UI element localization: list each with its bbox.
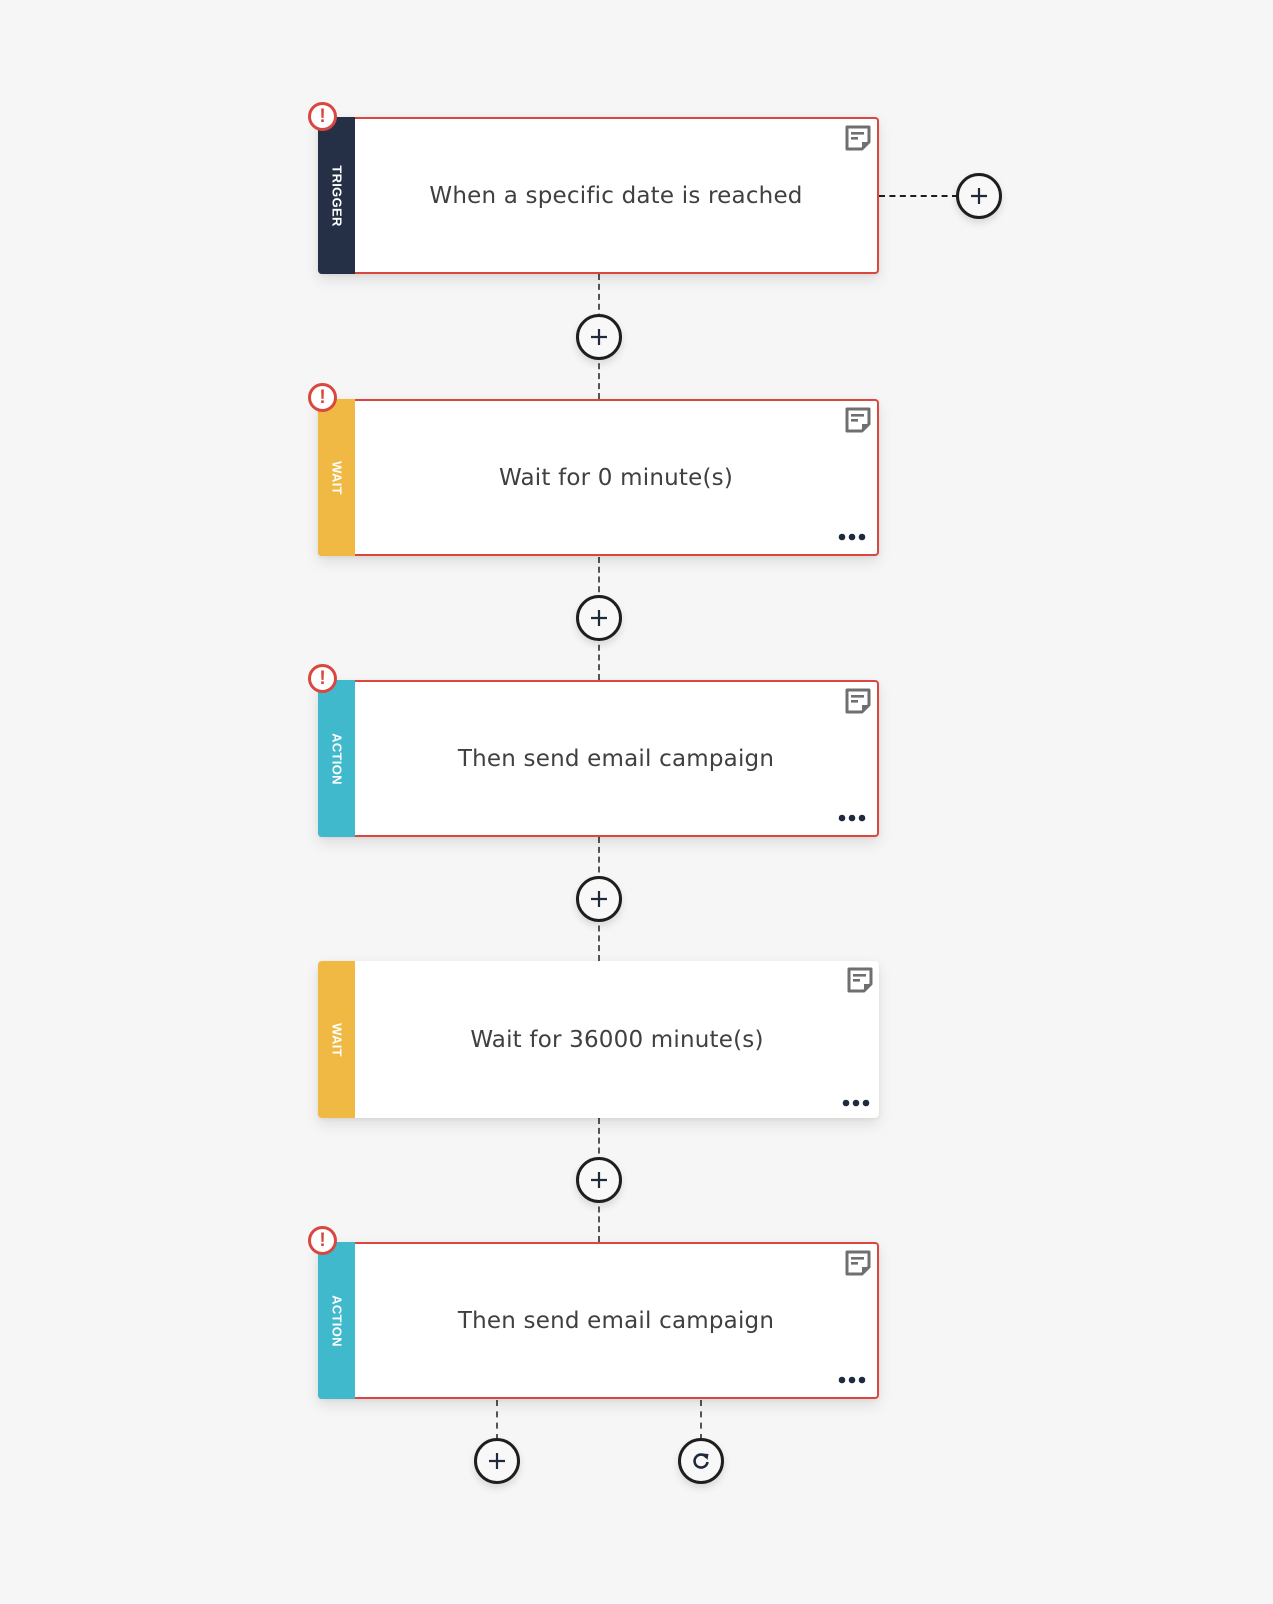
plus-icon [591,329,607,345]
note-icon[interactable] [843,1248,873,1278]
node-type-strip: WAIT [318,961,355,1118]
node-title: Then send email campaign [457,745,775,772]
node-type-strip: ACTION [318,1242,355,1399]
node-type-label: TRIGGER [329,164,344,227]
node-title: When a specific date is reached [429,182,803,209]
error-badge[interactable]: ! [308,1226,337,1255]
more-icon[interactable] [837,532,867,542]
error-badge[interactable]: ! [308,664,337,693]
node-type-strip: ACTION [318,680,355,837]
plus-icon [591,1172,607,1188]
plus-icon [591,610,607,626]
workflow-node-action[interactable]: ACTION Then send email campaign [318,1242,879,1399]
plus-icon [591,891,607,907]
note-icon[interactable] [843,686,873,716]
node-type-label: WAIT [329,1022,344,1057]
node-title: Wait for 36000 minute(s) [470,1026,764,1053]
more-icon[interactable] [837,1375,867,1385]
workflow-node-wait[interactable]: WAIT Wait for 36000 minute(s) [318,961,879,1118]
add-branch-button[interactable] [956,173,1002,219]
add-step-button[interactable] [576,1157,622,1203]
error-badge[interactable]: ! [308,383,337,412]
plus-icon [489,1453,505,1469]
error-badge[interactable]: ! [308,102,337,131]
refresh-icon [693,1453,709,1469]
node-type-strip: WAIT [318,399,355,556]
workflow-node-action[interactable]: ACTION Then send email campaign [318,680,879,837]
more-icon[interactable] [837,813,867,823]
workflow-node-trigger[interactable]: TRIGGER When a specific date is reached [318,117,879,274]
connector-line [496,1400,498,1440]
node-type-label: ACTION [329,1294,344,1347]
note-icon[interactable] [843,405,873,435]
connector-line [700,1400,702,1440]
add-step-button[interactable] [576,876,622,922]
node-title: Then send email campaign [457,1307,775,1334]
more-icon[interactable] [841,1098,871,1108]
add-step-button[interactable] [576,314,622,360]
node-title: Wait for 0 minute(s) [498,464,733,491]
node-type-strip: TRIGGER [318,117,355,274]
loop-button[interactable] [678,1438,724,1484]
add-step-button[interactable] [474,1438,520,1484]
plus-icon [971,188,987,204]
node-type-label: ACTION [329,732,344,785]
note-icon[interactable] [843,123,873,153]
note-icon[interactable] [845,965,875,995]
workflow-node-wait[interactable]: WAIT Wait for 0 minute(s) [318,399,879,556]
connector-line [879,195,958,197]
node-type-label: WAIT [329,460,344,495]
add-step-button[interactable] [576,595,622,641]
